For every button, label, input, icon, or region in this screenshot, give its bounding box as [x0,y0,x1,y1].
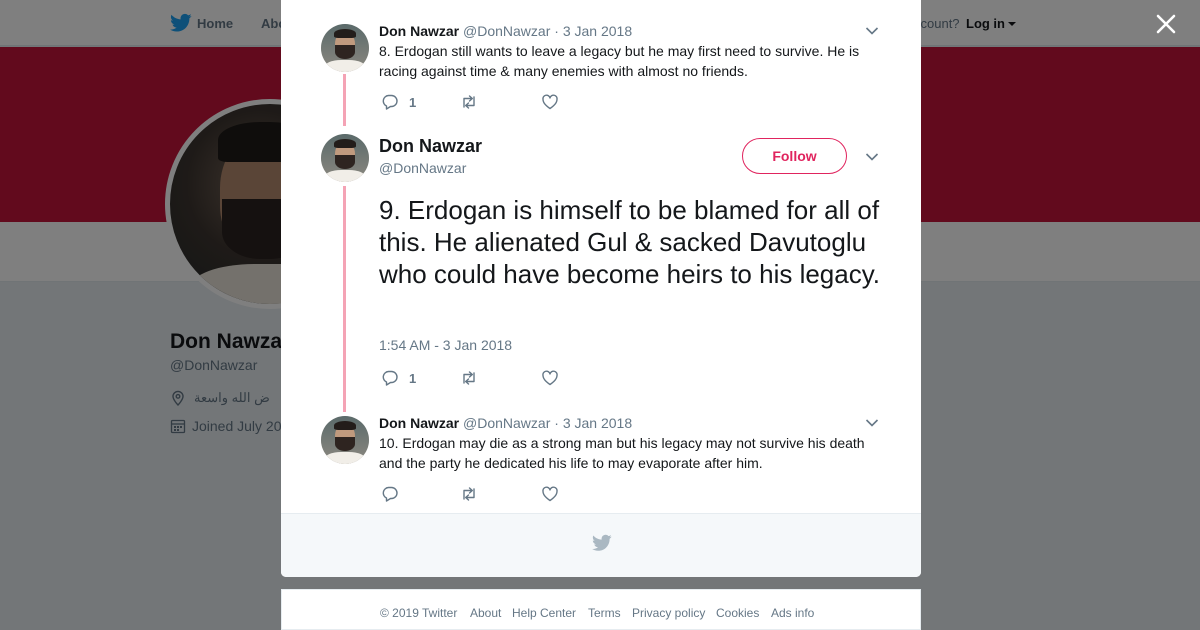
retweet-icon[interactable] [460,369,478,387]
modal-footer [281,513,921,577]
thread-connector [343,186,346,412]
footer-link-cookies[interactable]: Cookies [716,606,759,620]
footer-link-terms[interactable]: Terms [588,606,621,620]
like-icon[interactable] [541,485,559,503]
reply-icon[interactable] [381,485,399,503]
tweet-header: Don Nawzar @DonNawzar · 3 Jan 2018 [379,415,632,431]
reply-icon[interactable] [381,369,399,387]
footer-link-help-center[interactable]: Help Center [512,606,576,620]
avatar[interactable] [321,134,369,182]
retweet-icon[interactable] [460,485,478,503]
author-handle[interactable]: @DonNawzar [463,415,550,431]
chevron-down-icon[interactable] [865,26,879,36]
chevron-down-icon[interactable] [865,152,879,162]
tweet-date[interactable]: · 3 Jan 2018 [554,415,632,431]
avatar[interactable] [321,24,369,72]
page-footer: © 2019 Twitter About Help Center Terms P… [281,589,921,630]
footer-link-ads-info[interactable]: Ads info [771,606,814,620]
tweet-date[interactable]: · 3 Jan 2018 [554,23,632,39]
like-icon[interactable] [541,369,559,387]
author-name[interactable]: Don Nawzar [379,136,482,157]
tweet-timestamp[interactable]: 1:54 AM - 3 Jan 2018 [379,337,512,353]
tweet-text: 10. Erdogan may die as a strong man but … [379,435,865,471]
chevron-down-icon[interactable] [865,418,879,428]
author-name[interactable]: Don Nawzar [379,415,459,431]
reply-icon[interactable] [381,93,399,111]
twitter-bird-icon [592,534,612,551]
reply-count: 1 [409,371,417,386]
like-icon[interactable] [541,93,559,111]
footer-copyright: © 2019 Twitter [380,606,458,620]
tweet-thread-modal: Don Nawzar @DonNawzar · 3 Jan 2018 8. Er… [281,0,921,577]
footer-link-about[interactable]: About [470,606,501,620]
reply-count: 1 [409,95,417,110]
author-handle[interactable]: @DonNawzar [379,160,466,176]
tweet-text: 8. Erdogan still wants to leave a legacy… [379,43,860,79]
thread-connector [343,74,346,126]
author-name[interactable]: Don Nawzar [379,23,459,39]
tweet-header: Don Nawzar @DonNawzar · 3 Jan 2018 [379,23,632,39]
retweet-icon[interactable] [460,93,478,111]
follow-button[interactable]: Follow [742,138,847,174]
author-handle[interactable]: @DonNawzar [463,23,550,39]
tweet-text-large: 9. Erdogan is himself to be blamed for a… [379,195,881,289]
avatar[interactable] [321,416,369,464]
close-icon[interactable] [1152,10,1180,38]
footer-link-privacy-policy[interactable]: Privacy policy [632,606,705,620]
